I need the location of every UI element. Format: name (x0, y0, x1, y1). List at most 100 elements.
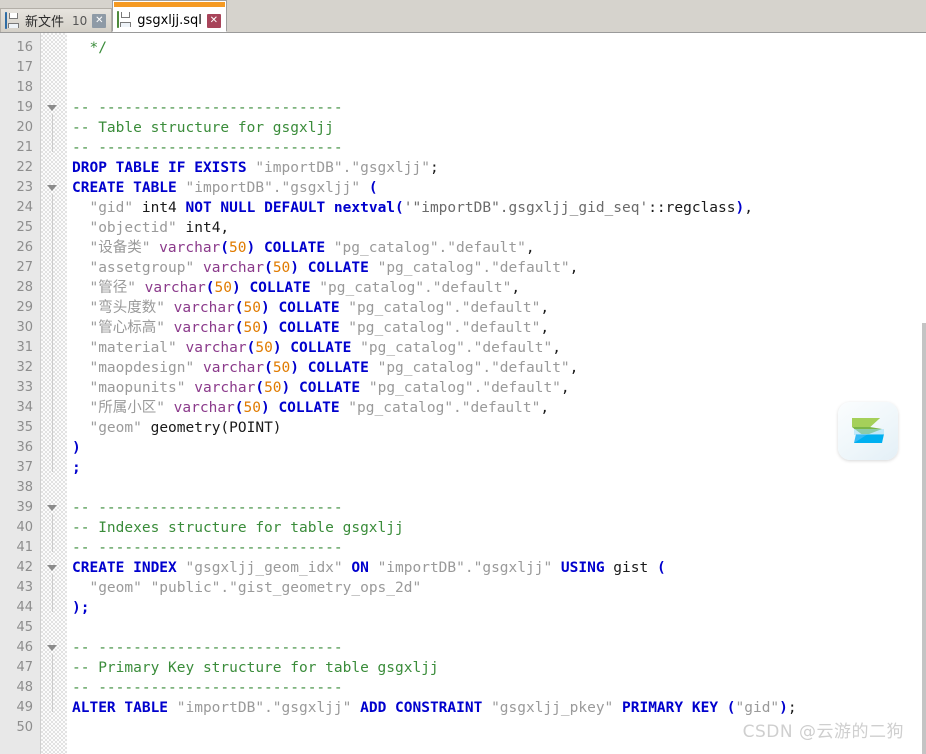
code-line[interactable]: -- ---------------------------- (72, 498, 343, 518)
code-line[interactable]: CREATE INDEX "gsgxljj_geom_idx" ON "impo… (72, 558, 666, 578)
code-token: "maopunits" (89, 380, 186, 396)
code-token: "弯头度数" (89, 300, 165, 316)
code-token: 50 (243, 400, 261, 416)
code-token: , (525, 240, 535, 256)
code-line[interactable]: "弯头度数" varchar(50) COLLATE "pg_catalog".… (72, 298, 549, 318)
line-number: 36 (16, 440, 33, 455)
code-line[interactable]: */ (72, 38, 106, 58)
code-line[interactable]: -- ---------------------------- (72, 538, 343, 558)
vertical-scrollbar-thumb[interactable] (922, 33, 926, 323)
code-token: ) (231, 280, 241, 296)
code-token: ( (220, 240, 230, 256)
code-token: 50 (255, 340, 273, 356)
code-token: , (569, 260, 579, 276)
code-token: 50 (264, 380, 282, 396)
code-token: varchar (173, 300, 235, 316)
code-token: "geom" "public"."gist_geometry_ops_2d" (89, 580, 422, 596)
code-token: gist (604, 560, 657, 576)
code-line[interactable]: -- ---------------------------- (72, 638, 343, 658)
code-line[interactable]: "assetgroup" varchar(50) COLLATE "pg_cat… (72, 258, 578, 278)
code-token: int4, (176, 220, 230, 236)
code-line[interactable]: ; (72, 458, 81, 478)
code-token: , (540, 300, 550, 316)
code-line[interactable]: "管径" varchar(50) COLLATE "pg_catalog"."d… (72, 278, 520, 298)
code-token: ( (264, 260, 273, 276)
code-line[interactable]: "所属小区" varchar(50) COLLATE "pg_catalog".… (72, 398, 549, 418)
code-token: ( (368, 180, 378, 196)
code-line[interactable]: "gid" int4 NOT NULL DEFAULT nextval('"im… (72, 198, 753, 218)
sql-editor[interactable]: 16 17 18 19 20 21 22 23 24 25 26 27 28 29 30 31 32 33 34 35… (0, 33, 926, 754)
code-line[interactable]: -- Indexes structure for table gsgxljj (72, 518, 404, 538)
code-token: , (540, 320, 550, 336)
line-number: 37 (16, 460, 33, 475)
close-icon[interactable]: ✕ (206, 14, 221, 28)
code-folding-gutter[interactable] (41, 33, 67, 754)
tab-new-file[interactable]: 新文件 10 ✕ (0, 8, 113, 32)
code-line[interactable]: -- ---------------------------- (72, 678, 343, 698)
close-icon[interactable]: ✕ (92, 13, 107, 28)
line-number: 23 (16, 180, 33, 195)
code-line[interactable]: "material" varchar(50) COLLATE "pg_catal… (72, 338, 560, 358)
code-token: , (744, 200, 753, 216)
code-token: "importDB"."gsgxljj" (185, 180, 361, 196)
code-line[interactable]: "geom" "public"."gist_geometry_ops_2d" (72, 578, 421, 598)
code-token: ( (234, 300, 244, 316)
line-number: 40 (16, 520, 33, 535)
code-line[interactable]: "maopunits" varchar(50) COLLATE "pg_cata… (72, 378, 569, 398)
code-line[interactable]: -- ---------------------------- (72, 138, 343, 158)
code-token: -- Indexes structure for table gsgxljj (72, 520, 404, 536)
code-line[interactable]: "管心标高" varchar(50) COLLATE "pg_catalog".… (72, 318, 549, 338)
code-line[interactable]: ) (72, 438, 81, 458)
code-line[interactable]: "geom" geometry(POINT) (72, 418, 281, 438)
code-content[interactable]: */ -- ---------------------------- -- Tabl… (67, 33, 922, 754)
vertical-scrollbar-track[interactable] (922, 323, 926, 754)
code-token: "material" (89, 340, 177, 356)
code-token: COLLATE (278, 400, 340, 416)
code-line[interactable]: -- ---------------------------- (72, 98, 343, 118)
code-line[interactable]: ALTER TABLE "importDB"."gsgxljj" ADD CON… (72, 698, 797, 718)
code-line[interactable]: "objectid" int4, (72, 218, 229, 238)
code-token: -- ---------------------------- (72, 540, 343, 556)
floppy-disk-icon (117, 11, 133, 28)
code-token: COLLATE (278, 300, 340, 316)
code-token: '"importDB".gsgxljj_gid_seq' (403, 200, 649, 216)
code-line[interactable]: "maopdesign" varchar(50) COLLATE "pg_cat… (72, 358, 578, 378)
tab-gsgxljj-sql[interactable]: gsgxljj.sql ✕ (112, 0, 227, 32)
code-token: ) (72, 440, 81, 456)
code-line[interactable]: -- Primary Key structure for table gsgxl… (72, 658, 439, 678)
code-line[interactable]: CREATE TABLE "importDB"."gsgxljj" ( (72, 178, 378, 198)
code-token: ( (205, 280, 215, 296)
code-line[interactable]: "设备类" varchar(50) COLLATE "pg_catalog"."… (72, 238, 535, 258)
code-token: int4 (133, 200, 186, 216)
fold-region-line (52, 114, 53, 152)
code-token: "pg_catalog"."default" (319, 280, 512, 296)
code-token: varchar (194, 380, 256, 396)
code-token: ADD CONSTRAINT (360, 700, 492, 716)
code-token: -- ---------------------------- (72, 100, 343, 116)
code-token: CREATE INDEX (72, 560, 186, 576)
code-line[interactable]: ); (72, 598, 89, 618)
line-number: 16 (16, 40, 33, 55)
line-number: 17 (16, 60, 33, 75)
code-token: 50 (272, 360, 291, 376)
code-token: ( (395, 200, 404, 216)
code-line[interactable]: DROP TABLE IF EXISTS "importDB"."gsgxljj… (72, 158, 439, 178)
code-token: -- ---------------------------- (72, 500, 343, 516)
code-line[interactable]: -- Table structure for gsgxljj (72, 118, 334, 138)
code-token: PRIMARY KEY (622, 700, 727, 716)
